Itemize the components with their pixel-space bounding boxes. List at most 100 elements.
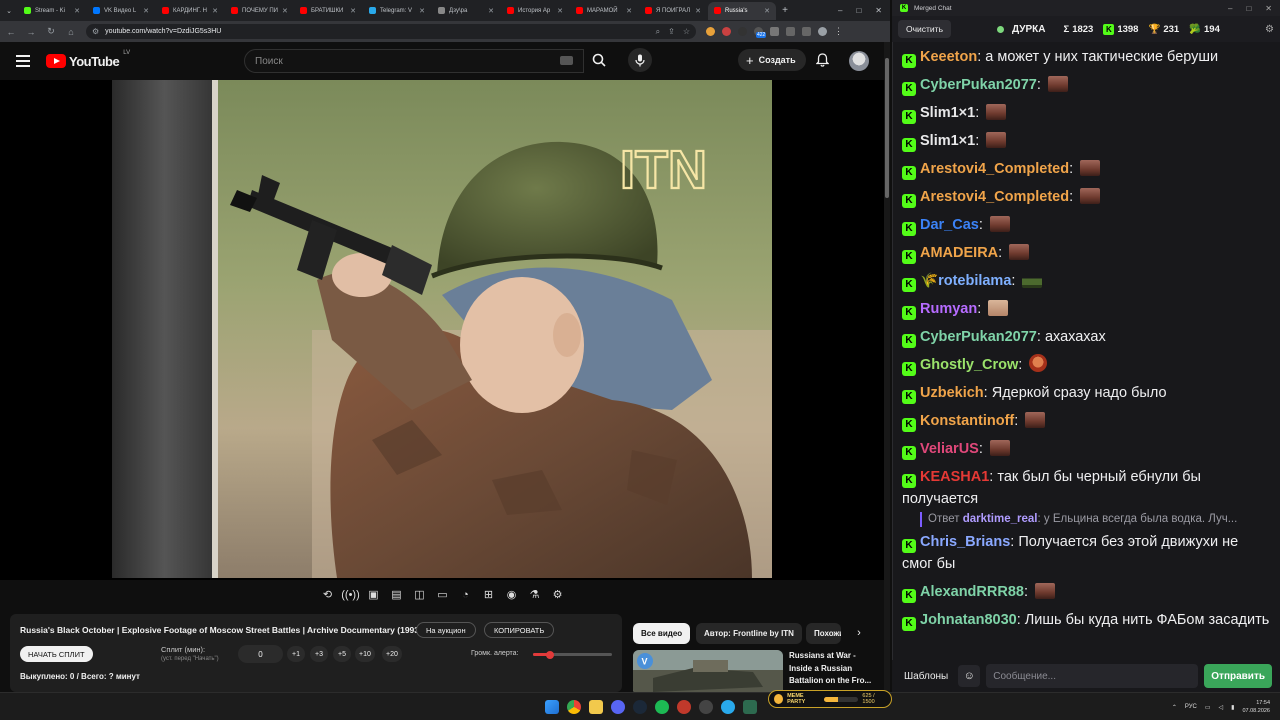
chat-username[interactable]: rotebilama — [938, 273, 1011, 289]
chat-username[interactable]: Dar_Cas — [920, 217, 979, 233]
zoom-icon[interactable]: ⌕ — [656, 27, 660, 37]
browser-tab[interactable]: МАРАМОЙ ✕ — [570, 2, 638, 20]
explorer-icon[interactable] — [589, 700, 603, 714]
share-icon[interactable]: ⇪ — [668, 27, 675, 37]
browser-tab[interactable]: Я ПОИГРАЛ ✕ — [639, 2, 707, 20]
chat-username[interactable]: AMADEIRA — [920, 245, 998, 261]
browser-tab[interactable]: Telegram: V ✕ — [363, 2, 431, 20]
chat-username[interactable]: AlexandRRR88 — [920, 584, 1024, 600]
app-icon[interactable] — [743, 700, 757, 714]
chat-username[interactable]: CyberPukan2077 — [920, 329, 1037, 345]
notifications-bell-icon[interactable] — [816, 53, 829, 67]
app-icon[interactable] — [699, 700, 713, 714]
maximize-icon[interactable]: □ — [1246, 4, 1251, 13]
slider-knob[interactable] — [546, 650, 555, 659]
browser-menu-icon[interactable]: ⋮ — [834, 26, 843, 37]
create-button[interactable]: + Создать — [738, 49, 806, 71]
clapper-icon[interactable]: ▤ — [389, 587, 404, 602]
network-icon[interactable]: ▭ — [1205, 704, 1211, 711]
close-tab-icon[interactable]: ✕ — [626, 7, 632, 15]
loop-icon[interactable]: ⟲ — [320, 587, 335, 602]
spotify-icon[interactable] — [655, 700, 669, 714]
download-icon[interactable] — [786, 27, 795, 36]
chat-settings-icon[interactable]: ⚙ — [1265, 24, 1274, 35]
auction-button[interactable]: На аукцион — [416, 622, 476, 638]
steam-icon[interactable] — [633, 700, 647, 714]
telegram-icon[interactable] — [721, 700, 735, 714]
flask-icon[interactable]: ⚗ — [527, 587, 542, 602]
voice-search-button[interactable] — [628, 48, 652, 72]
chat-username[interactable]: Ghostly_Crow — [920, 357, 1018, 373]
split-plus-10-button[interactable]: +10 — [355, 646, 375, 662]
clock[interactable]: 17:54 07.08.2026 — [1242, 699, 1270, 715]
chat-username[interactable]: KEASHA1 — [920, 469, 989, 485]
video-settings-icon[interactable]: ▣ — [366, 587, 381, 602]
theater-icon[interactable]: ▭ — [435, 587, 450, 602]
site-info-icon[interactable]: ⚙ — [92, 27, 99, 36]
chat-username[interactable]: Konstantinoff — [920, 413, 1014, 429]
copy-button[interactable]: КОПИРОВАТЬ — [484, 622, 555, 638]
reload-icon[interactable]: ↻ — [46, 26, 56, 37]
split-plus-5-button[interactable]: +5 — [333, 646, 351, 662]
close-tab-icon[interactable]: ✕ — [419, 7, 425, 15]
keyboard-icon[interactable] — [560, 56, 573, 65]
reply-username[interactable]: darktime_real — [963, 513, 1038, 525]
page-scrollbar[interactable] — [884, 42, 890, 692]
app-icon[interactable] — [677, 700, 691, 714]
extension-badge-wrap[interactable]: 422 — [754, 27, 767, 38]
forward-icon[interactable]: → — [26, 27, 36, 37]
emoji-picker-icon[interactable]: ☺ — [958, 665, 981, 687]
message-input[interactable] — [986, 664, 1199, 688]
chip-all-videos[interactable]: Все видео — [633, 623, 691, 644]
menu-icon[interactable] — [16, 55, 30, 67]
chat-username[interactable]: Chris_Brians — [920, 534, 1010, 550]
address-bar[interactable]: ⚙ youtube.com/watch?v=DzdiJG5s3HU ⌕ ⇪ ☆ — [86, 24, 696, 39]
close-tab-icon[interactable]: ✕ — [74, 7, 80, 15]
chip-similar[interactable]: Похожие — [806, 623, 841, 644]
browser-tab[interactable]: История Ар ✕ — [501, 2, 569, 20]
youtube-logo[interactable]: YouTube LV — [46, 50, 130, 69]
browser-tab[interactable]: БРАТИШКИ ✕ — [294, 2, 362, 20]
minimize-icon[interactable]: – — [838, 6, 842, 15]
extension-icon[interactable] — [722, 27, 731, 36]
start-menu-icon[interactable] — [545, 700, 559, 714]
chat-username[interactable]: Slim1×1 — [920, 105, 975, 121]
chat-username[interactable]: Arestovi4_Completed — [920, 189, 1069, 205]
split-plus-1-button[interactable]: +1 — [287, 646, 305, 662]
tab-search-icon[interactable]: ⌄ — [0, 7, 18, 15]
home-icon[interactable]: ⌂ — [66, 27, 76, 37]
volume-icon[interactable]: ◁ — [1219, 704, 1224, 711]
chat-message-list[interactable]: K Keeeton: а может у них тактические беру… — [892, 44, 1280, 660]
templates-button[interactable]: Шаблоны — [900, 671, 952, 682]
related-video-thumbnail[interactable]: V — [633, 650, 783, 695]
extension-icon[interactable] — [706, 27, 715, 36]
sidebar-icon[interactable] — [802, 27, 811, 36]
browser-tab[interactable]: КАРДИНГ. Н ✕ — [156, 2, 224, 20]
settings-gear-icon[interactable]: ⚙ — [550, 587, 565, 602]
split-minutes-input[interactable]: 0 — [238, 645, 283, 663]
chip-author[interactable]: Автор: Frontline by ITN — [696, 623, 802, 644]
chat-username[interactable]: CyberPukan2077 — [920, 77, 1037, 93]
chat-scrollbar[interactable] — [1274, 44, 1278, 656]
close-tab-icon[interactable]: ✕ — [695, 7, 701, 15]
user-avatar[interactable] — [849, 51, 869, 71]
chrome-icon[interactable] — [567, 700, 581, 714]
clear-chat-button[interactable]: Очистить — [898, 20, 952, 38]
chat-username[interactable]: Uzbekich — [920, 385, 984, 401]
browser-tab[interactable]: Дзу\ра ✕ — [432, 2, 500, 20]
search-input[interactable] — [244, 49, 584, 73]
start-split-button[interactable]: НАЧАТЬ СПЛИТ — [20, 646, 93, 662]
battery-icon[interactable]: ▮ — [1231, 704, 1234, 711]
chat-username[interactable]: Arestovi4_Completed — [920, 161, 1069, 177]
chat-username[interactable]: Slim1×1 — [920, 133, 975, 149]
chat-username[interactable]: Keeeton — [920, 49, 977, 65]
extensions-puzzle-icon[interactable] — [770, 27, 779, 36]
close-tab-icon[interactable]: ✕ — [557, 7, 563, 15]
extension-icon[interactable] — [738, 27, 747, 36]
close-window-icon[interactable]: ✕ — [1265, 4, 1272, 13]
screenshot-icon[interactable]: ◉ — [504, 587, 519, 602]
broadcast-icon[interactable]: ((•)) — [341, 587, 360, 602]
browser-tab[interactable]: Russia's ✕ — [708, 1, 776, 20]
browser-tab[interactable]: Stream - Ki ✕ — [18, 2, 86, 20]
maximize-icon[interactable]: □ — [856, 6, 861, 15]
